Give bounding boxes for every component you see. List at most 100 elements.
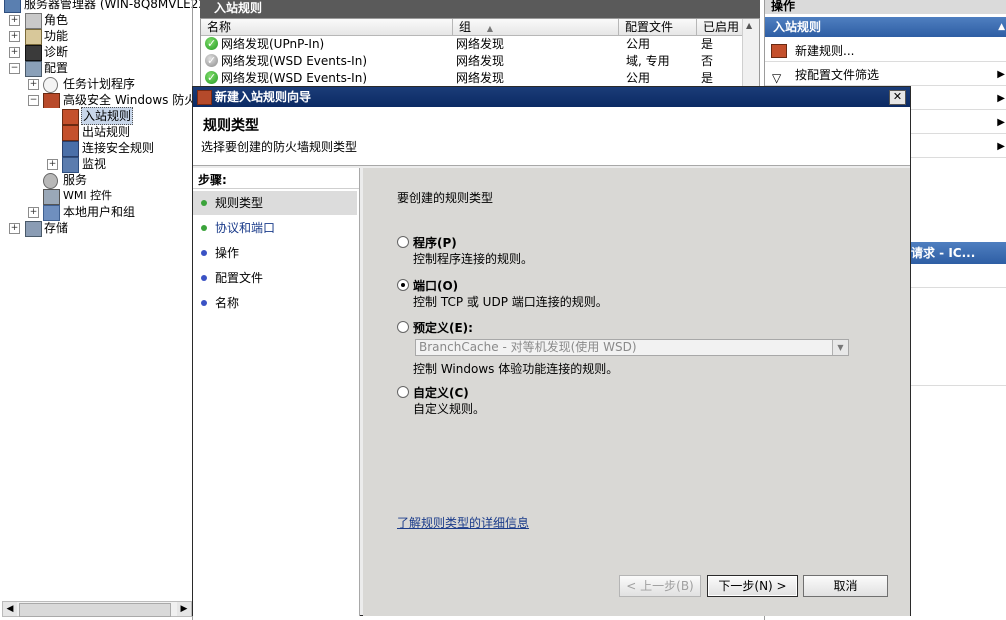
rule-group: 网络发现 — [456, 54, 505, 68]
expand-icon[interactable]: + — [28, 207, 39, 218]
connection-security-icon — [62, 141, 79, 157]
tree-label-roles: 角色 — [44, 13, 69, 27]
rule-enabled: 是 — [701, 37, 714, 51]
column-header-name[interactable]: 名称 — [201, 19, 453, 36]
rule-name: 网络发现(WSD Events-In) — [221, 71, 368, 85]
filter-by-profile-action[interactable]: ▽ 按配置文件筛选 ▶ — [765, 64, 1006, 86]
column-header-profile[interactable]: 配置文件 — [619, 19, 697, 36]
chevron-down-icon[interactable]: ▼ — [832, 340, 848, 355]
step-dot-icon — [201, 275, 207, 281]
rules-grid: 名称 组 ▲ 配置文件 已启用 网络发现(UPnP-In) 网络发现 公用 是 … — [200, 18, 760, 88]
column-header-group[interactable]: 组 ▲ — [453, 19, 619, 36]
column-group-label: 组 — [459, 20, 472, 34]
tree-label-root: 服务器管理器 (WIN-8Q8MVLE22Q — [24, 0, 216, 11]
tree-item-diagnostics[interactable]: + 诊断 — [0, 44, 192, 61]
column-header-enabled[interactable]: 已启用 — [697, 19, 743, 36]
step-label: 操作 — [215, 246, 240, 260]
wizard-title-bar[interactable]: 新建入站规则向导 ✕ — [193, 87, 910, 107]
tree-label-wmi: WMI 控件 — [63, 189, 113, 202]
collapse-icon[interactable]: − — [9, 63, 20, 74]
back-button[interactable]: < 上一步(B) — [619, 575, 701, 597]
learn-more-link[interactable]: 了解规则类型的详细信息 — [397, 514, 529, 531]
tree-label-diagnostics: 诊断 — [44, 45, 69, 59]
custom-option-desc: 自定义规则。 — [413, 402, 486, 416]
panel-title: 入站规则 — [200, 0, 760, 18]
enabled-rule-icon — [205, 69, 218, 86]
tree-item-services[interactable]: 服务 — [0, 172, 192, 189]
wizard-title: 新建入站规则向导 — [215, 90, 312, 104]
tree-label-outbound: 出站规则 — [82, 125, 131, 139]
table-row[interactable]: 网络发现(WSD Events-In) 网络发现 域, 专用 否 — [201, 52, 741, 70]
expand-icon[interactable]: + — [9, 15, 20, 26]
scroll-left-icon[interactable]: ◀ — [3, 602, 17, 616]
new-inbound-rule-wizard: 新建入站规则向导 ✕ 规则类型 选择要创建的防火墙规则类型 步骤: 规则类型 协… — [192, 86, 911, 616]
close-icon[interactable]: ✕ — [889, 90, 906, 105]
radio-port[interactable] — [397, 279, 409, 291]
expand-icon[interactable]: + — [9, 31, 20, 42]
tree-item-storage[interactable]: + 存储 — [0, 220, 192, 237]
firewall-icon — [197, 90, 212, 105]
rule-profile: 公用 — [626, 71, 651, 85]
storage-icon — [25, 221, 42, 237]
rule-enabled: 是 — [701, 71, 714, 85]
tree-item-task-scheduler[interactable]: + 任务计划程序 — [0, 76, 192, 93]
actions-section-header[interactable]: 入站规则 ▲ — [765, 17, 1006, 37]
step-protocol-port[interactable]: 协议和端口 — [193, 216, 357, 240]
submenu-arrow-icon: ▶ — [997, 69, 1005, 80]
submenu-arrow-icon: ▶ — [997, 117, 1005, 128]
tree-item-features[interactable]: + 功能 — [0, 28, 192, 45]
scroll-right-icon[interactable]: ▶ — [177, 602, 191, 616]
table-row[interactable]: 网络发现(UPnP-In) 网络发现 公用 是 — [201, 35, 741, 53]
tree-item-firewall[interactable]: − 高级安全 Windows 防火 — [0, 92, 192, 108]
collapse-arrow-icon[interactable]: ▲ — [998, 17, 1005, 37]
radio-predefined[interactable] — [397, 321, 409, 333]
wmi-icon — [43, 189, 60, 205]
program-option-desc: 控制程序连接的规则。 — [413, 252, 534, 266]
tree-item-roles[interactable]: + 角色 — [0, 12, 192, 29]
tree-label-features: 功能 — [44, 29, 69, 43]
predefined-option-label[interactable]: 预定义(E): — [413, 319, 473, 336]
firewall-icon — [43, 93, 60, 108]
tree-item-connection-security[interactable]: 连接安全规则 — [0, 140, 192, 157]
tree-horizontal-scrollbar[interactable]: ◀ ▶ — [2, 601, 192, 617]
scrollbar-thumb[interactable] — [19, 603, 171, 617]
tree-item-monitoring[interactable]: + 监视 — [0, 156, 192, 173]
step-action: 操作 — [193, 241, 357, 265]
configuration-icon — [25, 61, 42, 77]
step-dot-icon — [201, 250, 207, 256]
actions-section-header-2[interactable]: 请求 - IC... — [911, 242, 1006, 264]
wizard-content: 要创建的规则类型 程序(P) 控制程序连接的规则。 端口(O) 控制 TCP 或… — [363, 168, 910, 616]
rule-type-question: 要创建的规则类型 — [397, 191, 494, 205]
step-rule-type: 规则类型 — [193, 191, 357, 215]
predefined-option-desc: 控制 Windows 体验功能连接的规则。 — [413, 362, 619, 376]
scroll-up-icon[interactable]: ▲ — [746, 21, 752, 30]
radio-custom[interactable] — [397, 386, 409, 398]
collapse-icon[interactable]: − — [28, 95, 39, 106]
custom-option-label[interactable]: 自定义(C) — [413, 384, 469, 401]
tree-item-wmi[interactable]: WMI 控件 — [0, 188, 192, 205]
tree-item-configuration[interactable]: − 配置 — [0, 60, 192, 77]
program-option-label[interactable]: 程序(P) — [413, 234, 457, 251]
cancel-button[interactable]: 取消 — [803, 575, 888, 597]
rule-profile: 域, 专用 — [626, 54, 670, 68]
step-dot-icon — [201, 300, 207, 306]
grid-vertical-scrollbar[interactable]: ▲ — [742, 19, 759, 87]
expand-icon[interactable]: + — [47, 159, 58, 170]
table-row[interactable]: 网络发现(WSD Events-In) 网络发现 公用 是 — [201, 69, 741, 87]
expand-icon[interactable]: + — [9, 223, 20, 234]
diagnostics-icon — [25, 45, 42, 61]
port-option-label[interactable]: 端口(O) — [413, 277, 458, 294]
tree-item-inbound-rules[interactable]: 入站规则 — [0, 107, 192, 125]
predefined-rule-select[interactable]: BranchCache - 对等机发现(使用 WSD) ▼ — [415, 339, 849, 356]
rule-group: 网络发现 — [456, 71, 505, 85]
tree-label-services: 服务 — [63, 173, 88, 187]
monitor-icon — [62, 157, 79, 173]
expand-icon[interactable]: + — [28, 79, 39, 90]
tree-item-local-users[interactable]: + 本地用户和组 — [0, 204, 192, 221]
radio-program[interactable] — [397, 236, 409, 248]
tree-item-outbound-rules[interactable]: 出站规则 — [0, 124, 192, 141]
expand-icon[interactable]: + — [9, 47, 20, 58]
step-name: 名称 — [193, 291, 357, 315]
next-button[interactable]: 下一步(N) > — [707, 575, 798, 597]
new-rule-action[interactable]: 新建规则... — [765, 40, 1006, 62]
